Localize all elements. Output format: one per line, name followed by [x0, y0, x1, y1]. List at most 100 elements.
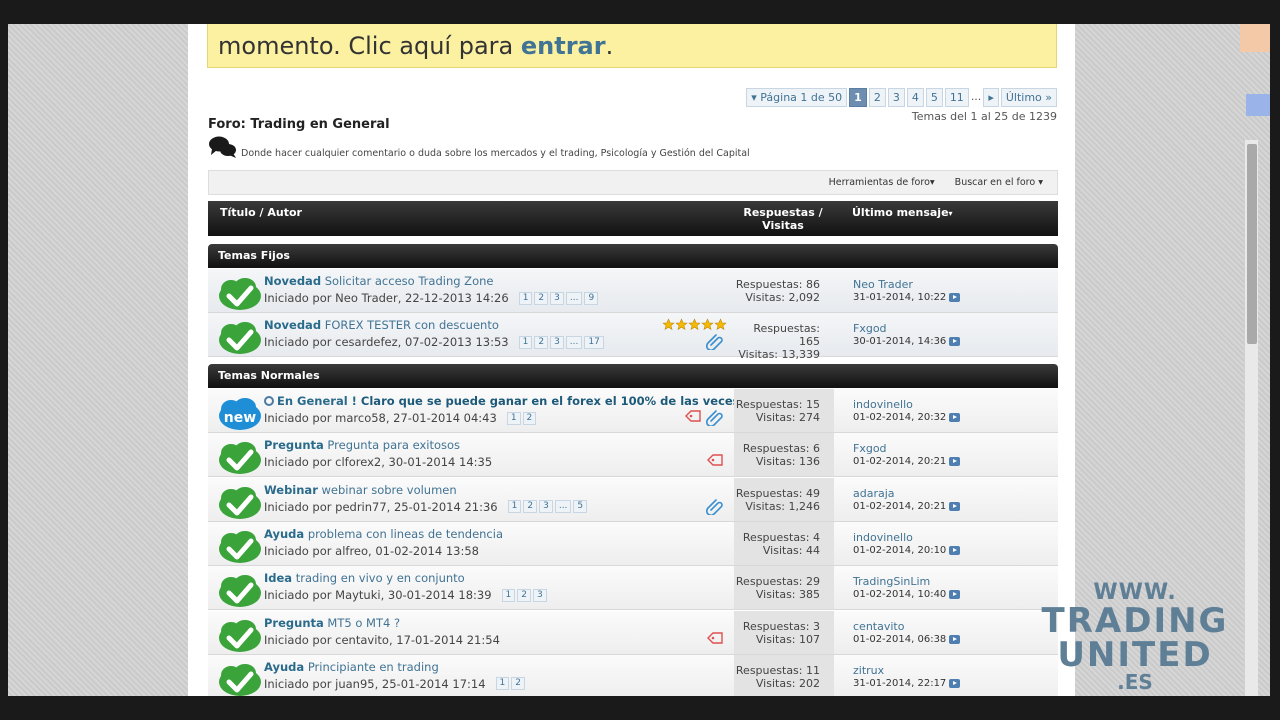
last-post-info: adaraja 01-02-2014, 20:21 — [853, 487, 961, 513]
thread-page-link[interactable]: ... — [565, 291, 583, 305]
search-forum-menu[interactable]: Buscar en el foro ▾ — [955, 177, 1043, 188]
thread-read-icon — [217, 277, 263, 311]
last-post-user[interactable]: indovinello — [853, 531, 960, 544]
thread-page-link[interactable]: 1 — [507, 500, 522, 514]
thread-page-link[interactable]: ... — [554, 500, 572, 514]
thread-starter-line: Iniciado por marco58, 27-01-2014 04:43 1 2 — [264, 411, 537, 425]
page-link-2[interactable]: 2 — [868, 88, 886, 107]
thread-page-link[interactable]: 1 — [518, 335, 533, 349]
thread-page-link[interactable]: 1 — [495, 677, 510, 691]
thread-title-link[interactable]: webinar sobre volumen — [322, 483, 457, 497]
reply-count: Respuestas: 4 — [742, 530, 820, 544]
thread-prefix: Pregunta — [264, 438, 324, 453]
tag-icon — [706, 453, 724, 467]
last-post-user[interactable]: zitrux — [853, 664, 960, 677]
thread-title-link[interactable]: Solicitar acceso Trading Zone — [325, 274, 494, 288]
thread-title-link[interactable]: Principiante en trading — [308, 660, 439, 674]
thread-page-link[interactable]: 3 — [539, 500, 553, 514]
page-link-11[interactable]: 11 — [944, 88, 969, 107]
watermark-line: TRADING — [1041, 601, 1229, 641]
star-icon — [675, 318, 688, 334]
thread-stats: Respuestas: 11 Visitas: 202 — [734, 654, 834, 696]
forum-description: Donde hacer cualquier comentario o duda … — [241, 148, 750, 159]
thread-page-link[interactable]: ... — [565, 335, 583, 349]
thread-starter: Iniciado por Neo Trader, 22-12-2013 14:2… — [264, 291, 509, 305]
thread-page-link[interactable]: 1 — [501, 588, 516, 602]
page-link-1[interactable]: 1 — [849, 88, 867, 107]
last-post-user[interactable]: Fxgod — [853, 442, 960, 455]
thread-pages: 1 2 3... 5 — [507, 500, 588, 514]
thread-page-link[interactable]: 2 — [534, 291, 549, 305]
thread-page-link[interactable]: 3 — [550, 335, 564, 349]
vertical-scrollbar[interactable] — [1244, 140, 1258, 696]
go-to-last-post-icon[interactable] — [949, 634, 961, 644]
thread-title-link[interactable]: problema con lineas de tendencia — [308, 527, 503, 541]
thread-icon — [264, 396, 274, 406]
last-post-user[interactable]: indovinello — [853, 398, 960, 411]
last-post-date-line: 01-02-2014, 06:38 — [853, 633, 961, 646]
thread-title-link[interactable]: Claro que se puede ganar en el forex el … — [361, 394, 749, 408]
go-to-last-post-icon[interactable] — [949, 457, 961, 467]
normal-section-header: Temas Normales — [208, 364, 1058, 388]
go-to-last-post-icon[interactable] — [949, 590, 961, 600]
last-post-user[interactable]: adaraja — [853, 487, 960, 500]
last-post-user[interactable]: Neo Trader — [853, 278, 960, 291]
thread-page-link[interactable]: 2 — [523, 500, 538, 514]
go-to-last-post-icon[interactable] — [949, 678, 961, 688]
thread-title-link[interactable]: Pregunta para exitosos — [327, 438, 460, 452]
page-link-5[interactable]: 5 — [925, 88, 943, 107]
thread-title-link[interactable]: FOREX TESTER con descuento — [325, 318, 499, 332]
last-post-user[interactable]: TradingSinLim — [853, 575, 960, 588]
thread-page-link[interactable]: 17 — [584, 335, 604, 349]
thread-title-link[interactable]: trading en vivo y en conjunto — [296, 571, 465, 585]
go-to-last-post-icon[interactable] — [949, 501, 961, 511]
thread-page-link[interactable]: 3 — [550, 291, 564, 305]
last-post-date: 01-02-2014, 06:38 — [853, 633, 947, 645]
last-page-button[interactable]: Último » — [1000, 88, 1057, 107]
thread-page-link[interactable]: 2 — [534, 335, 549, 349]
thread-page-link[interactable]: 1 — [506, 411, 521, 425]
next-page-button[interactable]: ▸ — [983, 88, 999, 107]
thread-page-link[interactable]: 2 — [517, 588, 531, 602]
thread-prefix: Ayuda — [264, 659, 305, 674]
go-to-last-post-icon[interactable] — [949, 413, 961, 422]
last-post-user[interactable]: centavito — [853, 620, 960, 633]
page-jump-dropdown[interactable]: ▾ Página 1 de 50 — [746, 88, 848, 107]
pagination-ellipsis: ... — [970, 90, 982, 103]
last-post-info: Neo Trader 31-01-2014, 10:22 — [853, 278, 961, 304]
sort-by-title[interactable]: Título / Autor — [220, 206, 302, 219]
thread-starter-line: Iniciado por alfreo, 01-02-2014 13:58 — [264, 544, 479, 558]
last-post-user[interactable]: Fxgod — [853, 322, 960, 335]
page-link-3[interactable]: 3 — [887, 88, 905, 107]
sort-caret-icon: ▾ — [948, 209, 953, 218]
forum-toolbar: Herramientas de foro▾ Buscar en el foro … — [208, 170, 1058, 195]
thread-page-link[interactable]: 2 — [522, 411, 537, 425]
scrollbar-thumb[interactable] — [1247, 144, 1257, 344]
thread-starter-line: Iniciado por juan95, 25-01-2014 17:14 1 2 — [264, 677, 526, 691]
thread-stats: Respuestas: 86 Visitas: 2,092 — [734, 269, 834, 312]
go-to-last-post-icon[interactable] — [949, 293, 961, 302]
sort-by-last-post[interactable]: Último mensaje▾ — [852, 206, 953, 219]
status-new-label: new — [224, 410, 256, 426]
sort-by-replies[interactable]: Respuestas / Visitas — [738, 206, 828, 232]
last-post-date-line: 31-01-2014, 22:17 — [853, 677, 961, 690]
last-post-date: 01-02-2014, 20:10 — [853, 544, 947, 556]
thread-page-link[interactable]: 9 — [584, 291, 599, 305]
thread-page-link[interactable]: 5 — [573, 500, 588, 514]
thread-title-link[interactable]: MT5 o MT4 ? — [327, 616, 400, 630]
reply-count: Respuestas: 15 — [735, 398, 820, 411]
table-row: Novedad Solicitar acceso Trading Zone Ini… — [208, 269, 1058, 313]
reply-count: Respuestas: 6 — [742, 442, 820, 456]
thread-page-link[interactable]: 3 — [533, 588, 547, 602]
watermark: WWW. TRADING UNITED .ES — [1040, 582, 1230, 693]
go-to-last-post-icon[interactable] — [949, 337, 961, 346]
page-link-4[interactable]: 4 — [906, 88, 924, 107]
side-thumb-mid — [1246, 94, 1270, 116]
go-to-last-post-icon[interactable] — [949, 545, 961, 555]
forum-tools-menu[interactable]: Herramientas de foro▾ — [829, 177, 935, 188]
login-link[interactable]: entrar — [521, 32, 606, 60]
thread-page-link[interactable]: 2 — [511, 677, 526, 691]
thread-page-link[interactable]: 1 — [518, 291, 533, 305]
star-icon — [662, 318, 675, 334]
thread-stats: Respuestas: 15 Visitas: 274 — [734, 389, 834, 432]
